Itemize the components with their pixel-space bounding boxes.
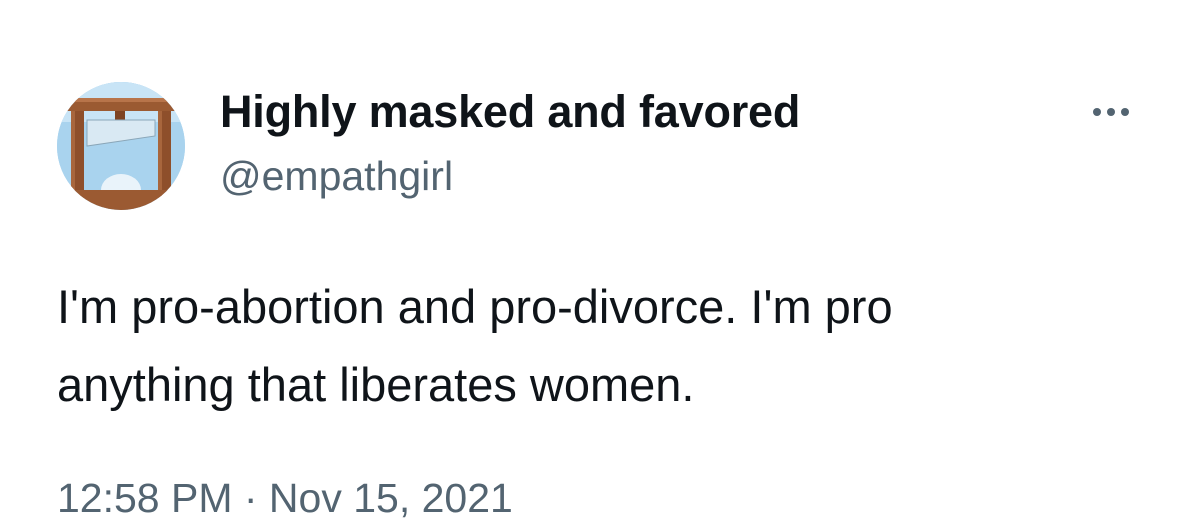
tweet-timestamp[interactable]: 12:58 PM · Nov 15, 2021 [57, 472, 513, 524]
more-dot [1121, 108, 1129, 116]
guillotine-icon [57, 82, 185, 210]
more-dot [1107, 108, 1115, 116]
tweet-card: Highly masked and favored @empathgirl I'… [0, 0, 1200, 531]
avatar[interactable] [57, 82, 185, 210]
username-handle[interactable]: @empathgirl [220, 150, 453, 202]
more-dot [1093, 108, 1101, 116]
more-options-icon[interactable] [1081, 92, 1141, 132]
tweet-text: I'm pro-abortion and pro-divorce. I'm pr… [57, 280, 893, 411]
display-name[interactable]: Highly masked and favored [220, 84, 800, 140]
